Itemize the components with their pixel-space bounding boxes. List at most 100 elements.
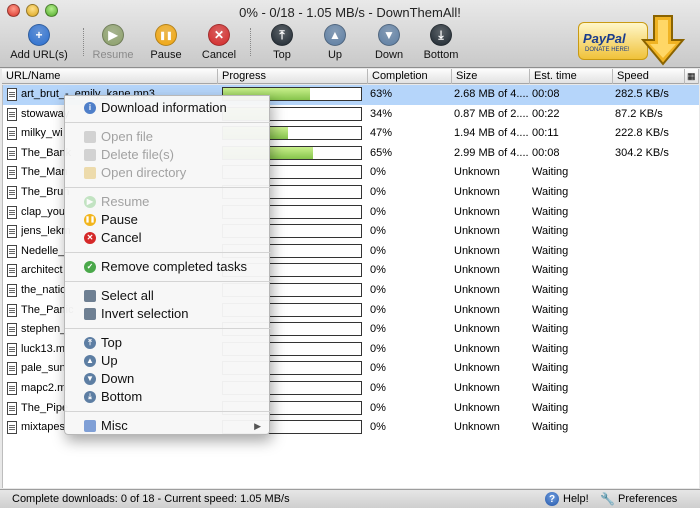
bottom-icon: ⤓ — [430, 24, 452, 46]
plus-icon: + — [28, 24, 50, 46]
audio-file-icon — [7, 205, 17, 219]
est-time-cell: Waiting — [532, 362, 569, 375]
menu-item-label: Remove completed tasks — [101, 259, 247, 274]
audio-file-icon — [7, 166, 17, 180]
size-cell: Unknown — [454, 362, 500, 375]
menu-item-label: Delete file(s) — [101, 147, 174, 162]
column-header-size[interactable]: Size — [452, 69, 530, 84]
audio-file-icon — [7, 303, 17, 317]
audio-file-icon — [7, 362, 17, 376]
column-header-completion[interactable]: Completion — [368, 69, 452, 84]
submenu-arrow-icon: ▶ — [254, 421, 261, 431]
menu-separator — [65, 328, 271, 329]
toolbar-add-url-s-button[interactable]: + Add URL(s) — [8, 24, 70, 64]
completion-cell: 0% — [370, 264, 386, 277]
speed-cell — [615, 399, 685, 418]
column-header-name[interactable]: URL/Name — [2, 69, 218, 84]
check-icon: ✓ — [84, 261, 96, 273]
menu-item-down[interactable]: ▼ Down — [65, 370, 271, 388]
completion-cell: 0% — [370, 401, 386, 414]
audio-file-icon — [7, 225, 17, 239]
column-header-speed[interactable]: Speed — [613, 69, 685, 84]
speed-cell — [615, 203, 685, 222]
completion-cell: 63% — [370, 88, 393, 100]
wrench-icon: 🔧 — [600, 492, 615, 506]
speed-cell — [615, 320, 685, 339]
column-header-est-time[interactable]: Est. time — [530, 69, 613, 84]
menu-item-select-all[interactable]: Select all — [65, 287, 271, 305]
audio-file-icon — [7, 382, 17, 395]
est-time-cell: Waiting — [532, 401, 569, 414]
size-cell: Unknown — [454, 244, 500, 257]
column-header-progress[interactable]: Progress — [218, 69, 368, 84]
menu-item-remove-completed-tasks[interactable]: ✓ Remove completed tasks — [65, 258, 271, 276]
menu-item-open-directory[interactable]: Open directory — [65, 164, 271, 182]
audio-file-icon — [7, 88, 17, 101]
est-time-cell: 00:08 — [532, 88, 560, 100]
menu-item-label: Select all — [101, 288, 154, 303]
menu-item-top[interactable]: ⤒ Top — [65, 334, 271, 352]
toolbar-separator — [83, 28, 84, 56]
menu-item-pause[interactable]: ❚❚ Pause — [65, 211, 271, 229]
est-time-cell: Waiting — [532, 186, 569, 198]
audio-file-icon — [7, 401, 17, 415]
menu-item-label: Cancel — [101, 230, 142, 245]
menu-item-label: Download information — [101, 100, 227, 115]
completion-cell: 0% — [370, 421, 386, 434]
menu-item-cancel[interactable]: ✕ Cancel — [65, 229, 271, 247]
est-time-cell: Waiting — [532, 205, 569, 218]
toolbar-resume-button[interactable]: ▶ Resume — [90, 24, 136, 64]
top-icon: ⤒ — [271, 24, 293, 46]
menu-item-bottom[interactable]: ⤓ Bottom — [65, 388, 271, 406]
size-cell: Unknown — [454, 166, 500, 179]
menu-item-open-file[interactable]: Open file — [65, 128, 271, 146]
up-icon: ▲ — [324, 24, 346, 46]
completion-cell: 0% — [370, 186, 386, 198]
top-icon: ⤒ — [84, 337, 96, 349]
menu-item-invert-selection[interactable]: Invert selection — [65, 305, 271, 323]
completion-cell: 0% — [370, 382, 386, 394]
completion-cell: 0% — [370, 244, 386, 257]
audio-file-icon — [7, 107, 17, 121]
menu-item-label: Open file — [101, 129, 154, 144]
select-all-icon — [84, 290, 96, 302]
menu-item-label: Open directory — [101, 165, 187, 180]
toolbar-cancel-button[interactable]: ✕ Cancel — [199, 24, 239, 64]
menu-item-delete-file-s[interactable]: Delete file(s) — [65, 146, 271, 164]
delete-file-icon — [84, 149, 96, 161]
speed-cell: 222.8 KB/s — [615, 127, 669, 140]
toolbar-down-button[interactable]: ▼ Down — [371, 24, 407, 64]
speed-cell — [615, 261, 685, 280]
toolbar-pause-button[interactable]: ❚❚ Pause — [148, 24, 184, 64]
speed-cell — [615, 359, 685, 378]
paypal-donate-button[interactable]: PayPal DONATE HERE! — [578, 22, 648, 60]
status-bar: Complete downloads: 0 of 18 - Current sp… — [0, 489, 700, 508]
est-time-cell: Waiting — [532, 225, 569, 238]
toolbar-bottom-button[interactable]: ⤓ Bottom — [421, 24, 461, 64]
speed-cell — [615, 163, 685, 182]
menu-item-misc[interactable]: Misc ▶ — [65, 417, 271, 435]
menu-item-resume[interactable]: ▶ Resume — [65, 193, 271, 211]
downthemall-window: 0% - 0/18 - 1.05 MB/s - DownThemAll! + Ad… — [0, 0, 700, 508]
help-button[interactable]: ? Help! — [545, 492, 589, 506]
size-cell: 1.94 MB of 4.... — [454, 127, 529, 140]
column-picker-icon[interactable]: ▦ — [685, 69, 699, 84]
menu-separator — [65, 281, 271, 282]
download-arrow-logo-icon — [640, 15, 686, 66]
preferences-button[interactable]: 🔧 Preferences — [600, 492, 677, 506]
est-time-cell: 00:08 — [532, 146, 560, 159]
size-cell: Unknown — [454, 421, 500, 434]
audio-file-icon — [7, 323, 17, 337]
speed-cell: 282.5 KB/s — [615, 88, 669, 100]
toolbar-button-label: Resume — [92, 49, 134, 61]
menu-item-label: Pause — [101, 212, 138, 227]
menu-item-label: Misc — [101, 418, 128, 433]
size-cell: Unknown — [454, 323, 500, 336]
toolbar-top-button[interactable]: ⤒ Top — [266, 24, 298, 64]
toolbar-up-button[interactable]: ▲ Up — [320, 24, 350, 64]
menu-item-download-information[interactable]: i Download information — [65, 99, 271, 117]
play-icon: ▶ — [84, 196, 96, 208]
speed-cell — [615, 281, 685, 300]
est-time-cell: Waiting — [532, 303, 569, 316]
menu-item-up[interactable]: ▲ Up — [65, 352, 271, 370]
